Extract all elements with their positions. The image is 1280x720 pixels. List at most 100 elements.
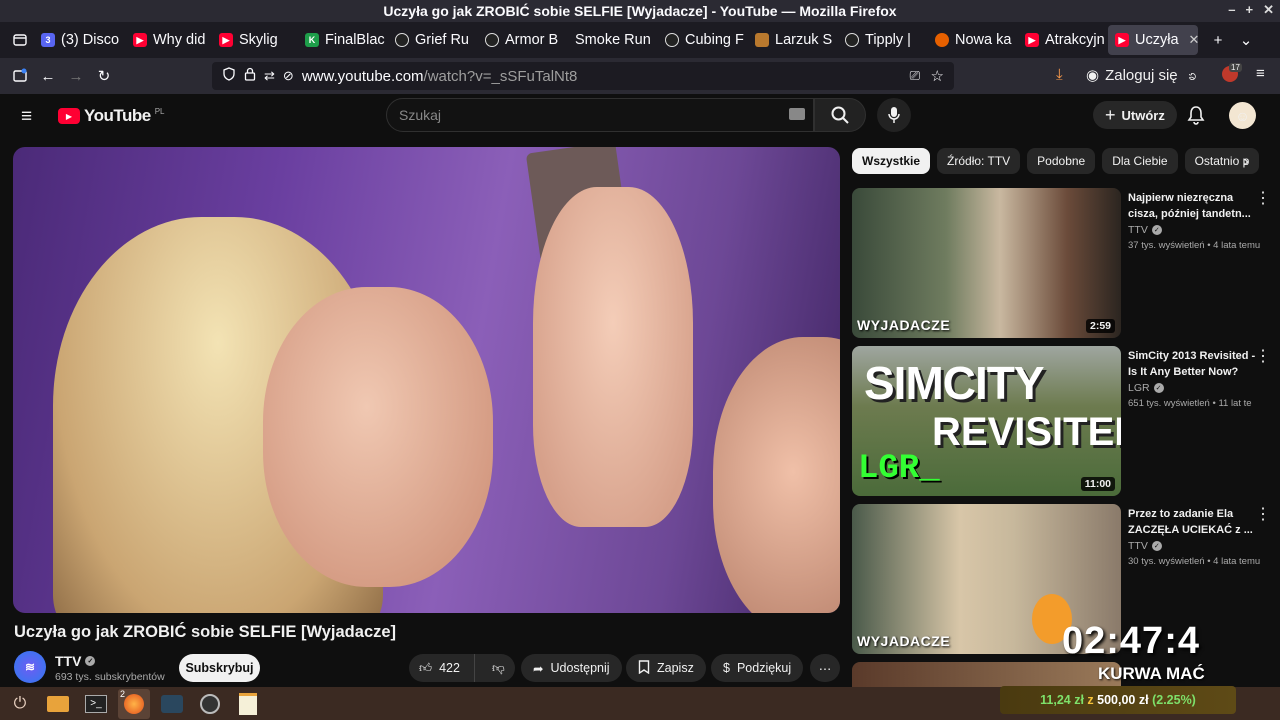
chip-for-you[interactable]: Dla Ciebie: [1102, 148, 1178, 174]
recommendation-title[interactable]: Przez to zadanie Ela ZACZĘŁA UCIEKAĆ z .…: [1128, 506, 1258, 538]
tab-label: Skylig: [239, 32, 278, 48]
tab-youtube-audio[interactable]: ▶ Skylig: [212, 25, 298, 55]
channel-avatar[interactable]: ≋: [14, 651, 46, 683]
list-all-tabs-icon[interactable]: [6, 26, 34, 54]
download-icon[interactable]: ⤓: [1056, 66, 1063, 83]
subscribe-button[interactable]: Subskrybuj: [179, 654, 260, 682]
recommendation-title[interactable]: SimCity 2013 Revisited - Is It Any Bette…: [1128, 348, 1258, 380]
terminal-icon[interactable]: >_: [80, 689, 112, 719]
video-player[interactable]: [13, 147, 840, 613]
minimize-button[interactable]: –: [1228, 2, 1235, 18]
tab-cubing[interactable]: Cubing F: [658, 25, 748, 55]
recommendation-thumbnail-partial[interactable]: [852, 662, 1121, 687]
recommendation-thumbnail[interactable]: SIMCITY REVISITED LGR_ 11:00: [852, 346, 1121, 496]
tab-bar: 3 (3) Disco ▶ Why did ▶ Skylig K FinalBlac G…: [0, 22, 1280, 58]
tab-discord[interactable]: 3 (3) Disco: [34, 25, 126, 55]
channel-name-row[interactable]: TTV ✓: [55, 653, 96, 669]
thumbnail-brand-text: WYJADACZE: [857, 633, 951, 649]
window-titlebar: Uczyła go jak ZROBIĆ sobie SELFIE [Wyjad…: [0, 0, 1280, 22]
text-editor-icon[interactable]: [232, 689, 264, 719]
chip-from-ttv[interactable]: Źródło: TTV: [937, 148, 1021, 174]
new-tab-icon[interactable]: +: [1204, 26, 1232, 54]
like-dislike-group: 👍︎ 422 👎︎: [409, 654, 515, 682]
search-input[interactable]: Szukaj: [386, 98, 814, 132]
reload-icon[interactable]: ↻: [90, 62, 118, 90]
tab-youtube-1[interactable]: ▶ Why did: [126, 25, 212, 55]
share-button[interactable]: ➦ Udostępnij: [521, 654, 622, 682]
close-tab-icon[interactable]: ✕: [1189, 32, 1198, 48]
video-frame-face: [263, 287, 493, 587]
tab-tipply[interactable]: Tipply |: [838, 25, 928, 55]
url-path: /watch?v=_sSFuTalNt8: [423, 67, 578, 85]
back-icon[interactable]: ←: [34, 62, 62, 90]
thanks-label: Podziękuj: [736, 661, 792, 675]
tab-armor[interactable]: Armor B: [478, 25, 568, 55]
thanks-button[interactable]: $ Podziękuj: [711, 654, 804, 682]
file-manager-icon[interactable]: [42, 689, 74, 719]
save-button[interactable]: Zapisz: [626, 654, 706, 682]
recommendation-channel[interactable]: TTV: [1128, 540, 1148, 552]
video-frame-hand: [533, 187, 693, 527]
tab-smoke-run[interactable]: Smoke Run: [568, 25, 658, 55]
bookmark-icon: [638, 659, 650, 677]
tab-atrakcyjn[interactable]: ▶ Atrakcyjn: [1018, 25, 1108, 55]
bookmark-star-icon[interactable]: ☆: [931, 67, 944, 85]
keyboard-icon[interactable]: [789, 108, 805, 120]
maximize-button[interactable]: +: [1246, 2, 1254, 18]
system-menu-icon[interactable]: ⏻: [4, 689, 36, 719]
steam-icon[interactable]: [156, 689, 188, 719]
more-vertical-icon[interactable]: ⋮: [1255, 188, 1271, 208]
firefox-taskbar-icon[interactable]: 2: [118, 688, 150, 719]
voice-search-button[interactable]: [877, 98, 911, 132]
account-icon: ◉: [1086, 67, 1100, 84]
account-button[interactable]: ◉ Zaloguj się: [1086, 66, 1178, 85]
recommendation-channel[interactable]: TTV: [1128, 224, 1148, 236]
url-bar[interactable]: ⇄ ⊘ www.youtube.com/watch?v=_sSFuTalNt8 …: [212, 62, 954, 90]
url-text: www.youtube.com/watch?v=_sSFuTalNt8: [302, 68, 578, 85]
tab-new-tab[interactable]: Nowa ka: [928, 25, 1018, 55]
tab-finalblade[interactable]: K FinalBlac: [298, 25, 388, 55]
more-vertical-icon[interactable]: ⋮: [1255, 346, 1271, 366]
donation-separator: z: [1087, 693, 1094, 707]
forward-icon[interactable]: →: [62, 62, 90, 90]
related-chips: Wszystkie Źródło: TTV Podobne Dla Ciebie…: [852, 148, 1259, 174]
screenshot-icon[interactable]: ⎚: [910, 68, 920, 84]
recommendation-channel[interactable]: LGR: [1128, 382, 1150, 394]
chip-scroll-right-icon[interactable]: ›: [1236, 152, 1256, 172]
tab-active-video[interactable]: ▶ Uczyła ✕: [1108, 25, 1198, 55]
overlay-label: KURWA MAĆ: [1098, 664, 1205, 683]
dislike-button[interactable]: 👎︎: [482, 661, 515, 676]
more-horizontal-icon: ⋯: [818, 661, 832, 676]
microphone-icon: [888, 107, 900, 123]
close-window-button[interactable]: ✕: [1263, 2, 1274, 18]
more-vertical-icon[interactable]: ⋮: [1255, 504, 1271, 524]
menu-hamburger-icon[interactable]: ≡: [1256, 65, 1265, 82]
like-button[interactable]: 👍︎ 422: [409, 654, 475, 682]
create-button[interactable]: + Utwórz: [1093, 101, 1177, 129]
chip-related[interactable]: Podobne: [1027, 148, 1096, 174]
video-title: Uczyła go jak ZROBIĆ sobie SELFIE [Wyjad…: [14, 623, 397, 641]
search-icon: [831, 106, 849, 124]
tab-label: Grief Ru: [415, 32, 469, 48]
notifications-button[interactable]: [1184, 103, 1208, 127]
youtube-logo[interactable]: ▶ YouTube PL: [58, 106, 165, 126]
recommendation-meta: 37 tys. wyświetleń • 4 lata temu: [1128, 240, 1261, 251]
chip-all[interactable]: Wszystkie: [852, 148, 931, 174]
user-avatar[interactable]: ☺: [1229, 102, 1256, 129]
more-actions-button[interactable]: ⋯: [810, 654, 840, 682]
verified-check-icon: ✓: [1151, 541, 1162, 551]
recommendation-thumbnail[interactable]: WYJADACZE 2:59: [852, 188, 1121, 338]
tab-grief[interactable]: Grief Ru: [388, 25, 478, 55]
channel-name[interactable]: TTV: [55, 653, 81, 669]
recommendation-item[interactable]: WYJADACZE 2:59 Najpierw niezręczna cisza…: [852, 188, 1272, 338]
tab-overflow-chevron-icon[interactable]: ⌄: [1232, 26, 1260, 54]
recommendation-item[interactable]: SIMCITY REVISITED LGR_ 11:00 SimCity 201…: [852, 346, 1272, 496]
translate-icon[interactable]: ၶ: [1188, 66, 1197, 88]
tab-label: Nowa ka: [955, 32, 1012, 48]
tab-larzuk[interactable]: Larzuk S: [748, 25, 838, 55]
guide-menu-icon[interactable]: ≡: [21, 106, 32, 128]
obs-icon[interactable]: [194, 689, 226, 719]
sidebar-icon[interactable]: [6, 62, 34, 90]
recommendation-title[interactable]: Najpierw niezręczna cisza, później tande…: [1128, 190, 1258, 222]
search-button[interactable]: [814, 98, 866, 132]
